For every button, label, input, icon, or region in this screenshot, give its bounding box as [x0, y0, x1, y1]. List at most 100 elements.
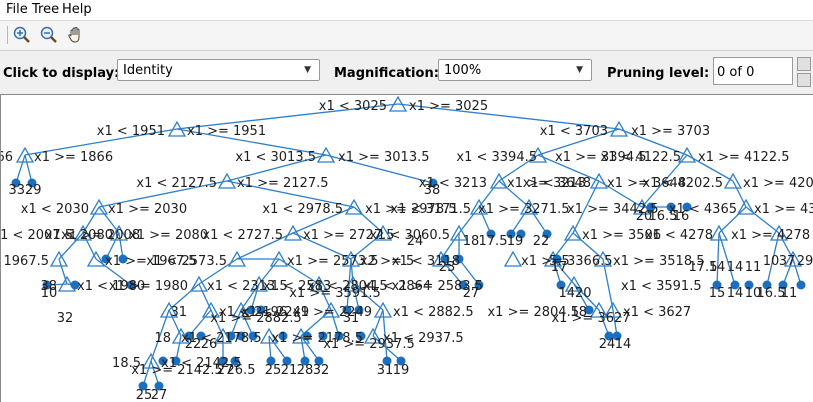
- magnification-select[interactable]: 100% ▼: [438, 59, 592, 81]
- pruning-spin-down-button[interactable]: [797, 73, 811, 87]
- node-label: x1 >= 3025: [409, 99, 488, 114]
- display-select-value: Identity: [123, 63, 173, 78]
- hand-pan-icon[interactable]: [66, 25, 86, 45]
- node-label: x1 >= 2249: [293, 305, 372, 320]
- toolbar: [0, 21, 813, 51]
- node-label: 18: [154, 331, 171, 346]
- node-label: 26: [201, 337, 218, 352]
- node-label: 29: [797, 254, 813, 269]
- node-label: 31: [377, 363, 394, 378]
- node-label: 24: [599, 337, 616, 352]
- node-label: x1 >= 2030: [108, 202, 187, 217]
- node-label: x1 >= 4122.5: [698, 150, 790, 165]
- node-label: 15: [709, 286, 726, 301]
- node-label: 32: [313, 363, 330, 378]
- node-label: x1 >= 2080: [129, 228, 208, 243]
- node-label: x1 < 2573.5: [146, 254, 227, 269]
- node-label: x1 < 1951: [97, 124, 165, 139]
- node-label: 28: [297, 363, 314, 378]
- pruning-level-field[interactable]: 0 of 0: [713, 57, 793, 85]
- node-label: x1 >= 4278: [731, 228, 810, 243]
- decision-tree: x1 < 3025 x1 >= 3025 x1 < 1951 x1 >= 1951 x1…: [1, 95, 813, 402]
- magnification-label: Magnification:: [334, 66, 439, 81]
- node-label: 31: [343, 311, 360, 326]
- node-label: 26.5: [227, 363, 256, 378]
- node-label: 37: [779, 254, 796, 269]
- node-label: x1 < 4278: [645, 228, 713, 243]
- toolbar-separator: [7, 26, 8, 44]
- node-label: x1 < 3703: [540, 124, 608, 139]
- node-label: x1 < 2080: [45, 228, 113, 243]
- node-label: x1 < 2127.5: [136, 176, 217, 191]
- zoom-in-icon[interactable]: [12, 25, 32, 45]
- node-label: x1 < 3591.5: [621, 279, 702, 294]
- node-label: 14: [727, 260, 744, 275]
- node-label: x1 >= 1951: [187, 124, 266, 139]
- node-label: 25: [265, 363, 282, 378]
- node-label: x1 >= 1980: [109, 279, 188, 294]
- node-label: x1 < 2978.5: [262, 202, 343, 217]
- node-label: 16: [673, 209, 690, 224]
- node-label: x1 >= 3591.5: [289, 286, 381, 301]
- node-label: x1 >= 3271.5: [478, 202, 570, 217]
- node-label: x1 < 4202.5: [642, 176, 723, 191]
- chevron-down-icon: ▼: [576, 65, 583, 75]
- pruning-level-value: 0 of 0: [717, 65, 755, 80]
- node-label: x1 < 3025: [319, 99, 387, 114]
- menu-tree[interactable]: Tree: [32, 2, 59, 17]
- branch-node-icon: [503, 250, 523, 267]
- node-label: 10: [763, 254, 780, 269]
- node-label: 32: [57, 311, 74, 326]
- node-label: 11: [781, 286, 798, 301]
- menu-help[interactable]: Help: [62, 2, 92, 17]
- node-label: x1 < 4122.5: [600, 150, 681, 165]
- node-label: 27: [151, 388, 168, 402]
- node-label: x1 < 3627: [623, 305, 691, 320]
- node-label: 14: [727, 286, 744, 301]
- pruning-spin-up-button[interactable]: [797, 57, 811, 71]
- pruning-label: Pruning level:: [607, 66, 710, 81]
- node-label: 19: [393, 363, 410, 378]
- leaf-node: [796, 280, 806, 290]
- node-label: 1420: [558, 286, 591, 301]
- node-label: 14: [709, 260, 726, 275]
- node-label: x1 < 3171.5: [390, 202, 471, 217]
- magnification-select-value: 100%: [444, 63, 482, 78]
- tree-edge: [716, 232, 720, 286]
- node-label: 18: [463, 234, 480, 249]
- node-label: x1 < 2030: [21, 202, 89, 217]
- display-label: Click to display:: [3, 66, 120, 81]
- node-label: x1 >= 2142.5: [131, 363, 223, 378]
- node-label: x1 < 3394.5: [456, 150, 537, 165]
- node-label: 31: [170, 305, 187, 320]
- node-label: x1 < 3213: [419, 176, 487, 191]
- node-label: x1 < 3013.5: [235, 150, 316, 165]
- node-label: x1 >= 2127.5: [237, 176, 329, 191]
- menubar: File Tree Help: [0, 0, 813, 21]
- node-label: 66: [1, 150, 13, 165]
- node-label: x1 < 2727.5: [202, 228, 283, 243]
- node-label: 3329: [8, 183, 41, 198]
- node-label: x1 >= 3013.5: [338, 150, 430, 165]
- node-label: 24: [407, 234, 424, 249]
- node-label: 23: [439, 260, 456, 275]
- node-label: x1 >= 4202.5: [743, 176, 813, 191]
- node-label: 14: [615, 337, 632, 352]
- node-label: x1 < 3648: [523, 176, 591, 191]
- node-label: x1 >= 2937.5: [323, 337, 415, 352]
- node-label: 22: [185, 337, 202, 352]
- menu-file[interactable]: File: [6, 2, 28, 17]
- zoom-out-icon[interactable]: [39, 25, 59, 45]
- node-label: 10: [41, 286, 58, 301]
- node-label: x1 >= 3627: [551, 311, 630, 326]
- chevron-down-icon: ▼: [304, 65, 311, 75]
- node-label: 5.5: [549, 254, 570, 269]
- node-label: 22: [533, 234, 550, 249]
- tree-canvas[interactable]: x1 < 3025 x1 >= 3025 x1 < 1951 x1 >= 1951 x1…: [0, 94, 813, 402]
- node-label: 27: [463, 286, 480, 301]
- display-controls: Click to display: Identity ▼ Magnificati…: [0, 51, 813, 93]
- node-label: x1 >= 2882.5: [210, 311, 302, 326]
- display-select[interactable]: Identity ▼: [117, 59, 320, 81]
- node-label: 11: [745, 260, 762, 275]
- node-label: x1 >= 1866: [34, 150, 113, 165]
